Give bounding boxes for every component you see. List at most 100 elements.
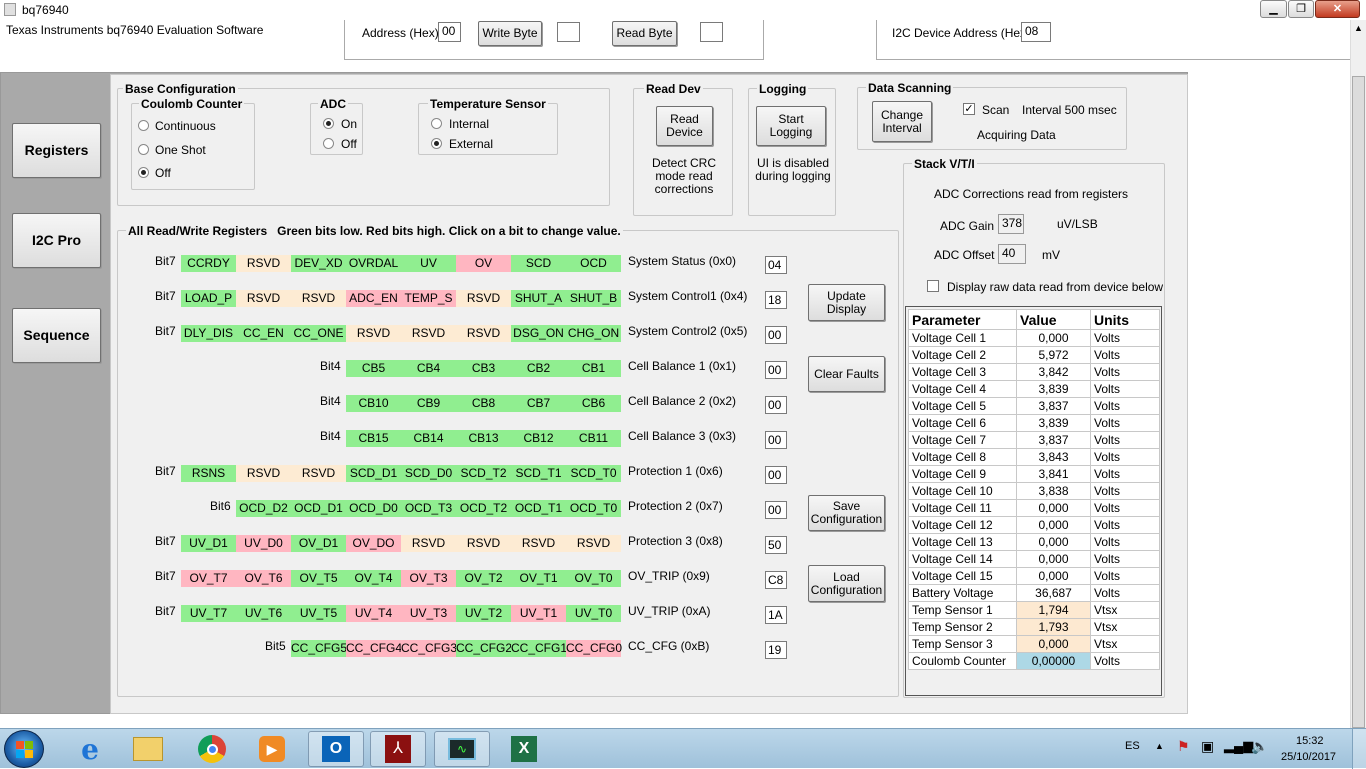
clock-time[interactable]: 15:32 [1296, 735, 1324, 747]
taskbar-explorer-icon[interactable] [120, 731, 176, 767]
close-button[interactable]: ✕ [1315, 0, 1360, 18]
register-bit[interactable]: CB3 [456, 360, 511, 377]
minimize-button[interactable]: ▁ [1260, 0, 1287, 18]
register-bit[interactable]: OCD_T3 [401, 500, 456, 517]
register-bit[interactable]: OV_T4 [346, 570, 401, 587]
scroll-up-icon[interactable]: ▲ [1354, 23, 1363, 33]
register-hex-value[interactable]: 18 [765, 291, 787, 309]
register-bit[interactable]: CB2 [511, 360, 566, 377]
register-bit[interactable]: UV_T7 [181, 605, 236, 622]
register-bit[interactable]: UV_T6 [236, 605, 291, 622]
register-bit[interactable]: CC_CFG4 [346, 640, 402, 657]
maximize-button[interactable]: ❐ [1288, 0, 1314, 18]
taskbar-pdf-icon[interactable]: ⅄ [370, 731, 426, 767]
register-bit[interactable]: OCD_D0 [346, 500, 401, 517]
register-bit[interactable]: SCD [511, 255, 566, 272]
register-bit[interactable]: CB9 [401, 395, 456, 412]
register-bit[interactable]: CB5 [346, 360, 401, 377]
start-button[interactable] [4, 730, 44, 768]
i2c-address-input[interactable]: 08 [1021, 22, 1051, 42]
clear-faults-button[interactable]: Clear Faults [808, 356, 885, 392]
update-display-button[interactable]: Update Display [808, 284, 885, 321]
register-hex-value[interactable]: 00 [765, 396, 787, 414]
register-bit[interactable]: RSVD [401, 535, 456, 552]
register-bit[interactable]: LOAD_P [181, 290, 236, 307]
register-bit[interactable]: OV_D1 [291, 535, 346, 552]
tray-expand-icon[interactable]: ▲ [1155, 741, 1164, 751]
taskbar-bq76940-icon[interactable]: ∿ [434, 731, 490, 767]
register-bit[interactable]: CB6 [566, 395, 621, 412]
register-bit[interactable]: OVRDAL [346, 255, 401, 272]
register-bit[interactable]: CB1 [566, 360, 621, 377]
register-bit[interactable]: CB14 [401, 430, 456, 447]
write-byte-button[interactable]: Write Byte [478, 21, 542, 46]
register-bit[interactable]: OCD_T1 [511, 500, 566, 517]
register-bit[interactable]: RSNS [181, 465, 236, 482]
register-bit[interactable]: SCD_T1 [511, 465, 566, 482]
register-bit[interactable]: DLY_DIS [181, 325, 236, 342]
register-bit[interactable]: RSVD [511, 535, 566, 552]
register-bit[interactable]: UV_T5 [291, 605, 346, 622]
register-bit[interactable]: CC_CFG5 [291, 640, 347, 657]
taskbar-chrome-icon[interactable] [184, 731, 240, 767]
register-hex-value[interactable]: 50 [765, 536, 787, 554]
register-bit[interactable]: UV_T2 [456, 605, 511, 622]
sequence-nav-button[interactable]: Sequence [12, 308, 101, 363]
register-bit[interactable]: SCD_T2 [456, 465, 511, 482]
register-bit[interactable]: SCD_D0 [401, 465, 456, 482]
external-radio[interactable] [431, 138, 442, 149]
adc-on-radio[interactable] [323, 118, 334, 129]
save-configuration-button[interactable]: Save Configuration [808, 495, 885, 531]
register-bit[interactable]: CCRDY [181, 255, 236, 272]
tray-flag-icon[interactable]: ⚑ [1177, 738, 1190, 755]
one-shot-radio[interactable] [138, 144, 149, 155]
tray-volume-icon[interactable]: 🔈 [1251, 738, 1268, 755]
register-bit[interactable]: RSVD [456, 290, 511, 307]
register-hex-value[interactable]: 19 [765, 641, 787, 659]
register-bit[interactable]: UV [401, 255, 456, 272]
adc-off-radio[interactable] [323, 138, 334, 149]
register-bit[interactable]: RSVD [236, 465, 291, 482]
i2c-pro-nav-button[interactable]: I2C Pro [12, 213, 101, 268]
register-hex-value[interactable]: 04 [765, 256, 787, 274]
address-input[interactable]: 00 [438, 22, 461, 42]
register-bit[interactable]: CC_CFG0 [566, 640, 622, 657]
register-bit[interactable]: OCD_D1 [291, 500, 346, 517]
start-logging-button[interactable]: Start Logging [756, 106, 826, 146]
register-bit[interactable]: CB7 [511, 395, 566, 412]
load-configuration-button[interactable]: Load Configuration [808, 565, 885, 602]
register-bit[interactable]: UV_T1 [511, 605, 566, 622]
register-hex-value[interactable]: 00 [765, 466, 787, 484]
change-interval-button[interactable]: Change Interval [872, 101, 932, 142]
clock-date[interactable]: 25/10/2017 [1281, 751, 1336, 763]
scroll-thumb[interactable] [1352, 76, 1365, 728]
read-byte-button[interactable]: Read Byte [612, 21, 677, 46]
register-bit[interactable]: OCD [566, 255, 621, 272]
register-hex-value[interactable]: 00 [765, 361, 787, 379]
register-bit[interactable]: CC_CFG1 [511, 640, 567, 657]
scan-checkbox[interactable]: ✓ [963, 103, 975, 115]
register-bit[interactable]: OV_T0 [566, 570, 621, 587]
taskbar-outlook-icon[interactable]: O [308, 731, 364, 767]
register-bit[interactable]: SHUT_B [566, 290, 621, 307]
register-bit[interactable]: CB4 [401, 360, 456, 377]
register-bit[interactable]: CB10 [346, 395, 401, 412]
register-bit[interactable]: SCD_D1 [346, 465, 401, 482]
register-bit[interactable]: CC_CFG3 [401, 640, 457, 657]
register-hex-value[interactable]: 1A [765, 606, 787, 624]
read-device-button[interactable]: Read Device [656, 106, 713, 146]
off-radio[interactable] [138, 167, 149, 178]
internal-radio[interactable] [431, 118, 442, 129]
register-bit[interactable]: TEMP_S [401, 290, 456, 307]
register-bit[interactable]: CB8 [456, 395, 511, 412]
register-bit[interactable]: OCD_T2 [456, 500, 511, 517]
write-byte-input[interactable] [557, 22, 580, 42]
register-bit[interactable]: RSVD [291, 465, 346, 482]
register-hex-value[interactable]: 00 [765, 501, 787, 519]
continuous-radio[interactable] [138, 120, 149, 131]
register-bit[interactable]: OV_T5 [291, 570, 346, 587]
taskbar-ie-icon[interactable]: e [62, 731, 118, 767]
register-bit[interactable]: CC_CFG2 [456, 640, 512, 657]
register-bit[interactable]: CB11 [566, 430, 621, 447]
register-bit[interactable]: OV_T7 [181, 570, 236, 587]
